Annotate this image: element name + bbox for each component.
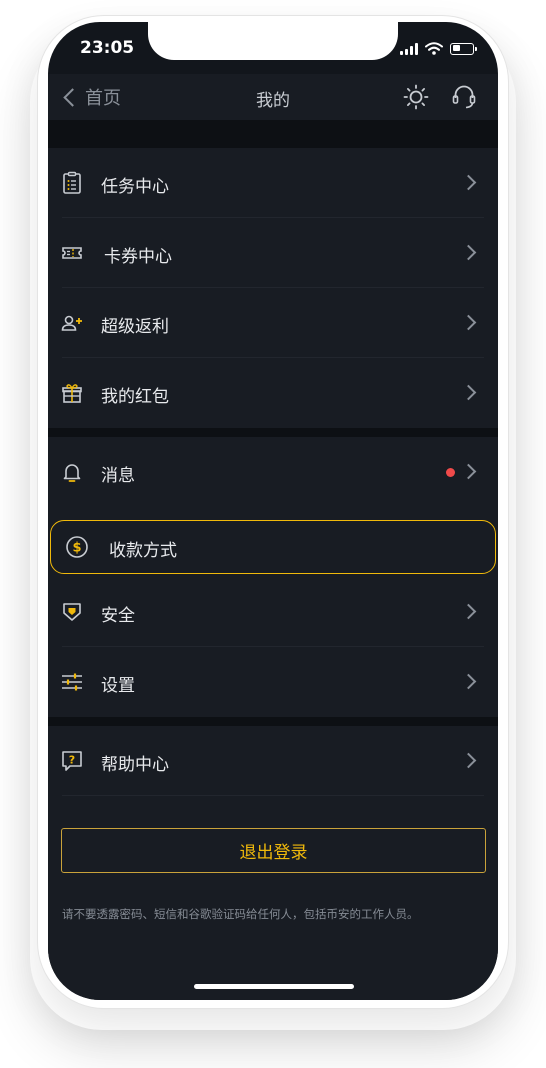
signal-icon [400,42,418,55]
theme-sun-icon[interactable] [402,83,430,111]
home-indicator[interactable] [194,984,354,989]
menu-item-red-packet[interactable]: 我的红包 [48,358,498,428]
menu-item-coupon-center[interactable]: 卡券中心 [48,218,498,288]
chevron-right-icon [460,673,477,690]
section-gap [48,717,498,726]
menu-item-label: 我的红包 [101,387,169,407]
security-notice: 请不要透露密码、短信和谷歌验证码给任何人，包括币安的工作人员。 [62,907,419,921]
wifi-icon [425,42,443,55]
battery-icon [450,42,477,55]
chevron-right-icon [460,384,477,401]
notch [148,22,398,60]
logout-button[interactable]: 退出登录 [61,828,486,873]
chevron-right-icon [460,603,477,620]
customer-service-icon[interactable] [450,83,478,111]
unread-badge [446,468,455,477]
menu-item-payment-methods[interactable]: $ 收款方式 [50,520,496,574]
menu-item-label: 超级返利 [101,317,169,337]
chevron-right-icon [460,752,477,769]
menu-item-super-rebate[interactable]: 超级返利 [48,288,498,358]
help-question-icon: ? [60,749,84,773]
status-time: 23:05 [80,38,135,58]
svg-text:$: $ [72,541,81,556]
menu-item-label: 卡券中心 [104,247,172,267]
dollar-coin-icon: $ [65,535,89,559]
add-user-icon [60,311,84,335]
chevron-right-icon [460,463,477,480]
sliders-icon [60,670,84,694]
menu-group-2: 消息 $ 收款方式 安全 设置 [48,437,498,717]
menu-item-security[interactable]: 安全 [48,577,498,647]
chevron-right-icon [460,174,477,191]
menu-item-label: 帮助中心 [101,755,169,775]
task-list-icon [60,171,84,195]
menu-item-label: 安全 [101,606,135,626]
menu-item-task-center[interactable]: 任务中心 [48,148,498,218]
bell-icon [60,460,84,484]
menu-item-messages[interactable]: 消息 [48,437,498,507]
gift-icon [60,381,84,405]
menu-item-label: 收款方式 [109,541,177,561]
menu-item-label: 任务中心 [101,177,169,197]
page-title: 我的 [256,91,290,111]
nav-bar: 首页 我的 [48,74,498,120]
shield-icon [60,600,84,624]
section-gap [48,120,498,148]
status-icons [400,42,477,55]
menu-item-settings[interactable]: 设置 [48,647,498,717]
section-gap [48,428,498,437]
phone-screen: 23:05 首页 我的 任务中心 卡券中心 超级返利 我的红包 消息 $ 收款方… [48,22,498,1000]
chevron-right-icon [460,244,477,261]
svg-text:?: ? [69,754,75,767]
chevron-right-icon [460,314,477,331]
coupon-icon [60,241,84,265]
menu-item-label: 设置 [101,676,135,696]
divider [62,795,484,796]
menu-item-label: 消息 [101,466,135,486]
menu-group-1: 任务中心 卡券中心 超级返利 我的红包 [48,148,498,428]
menu-item-help-center[interactable]: ? 帮助中心 [48,726,498,796]
